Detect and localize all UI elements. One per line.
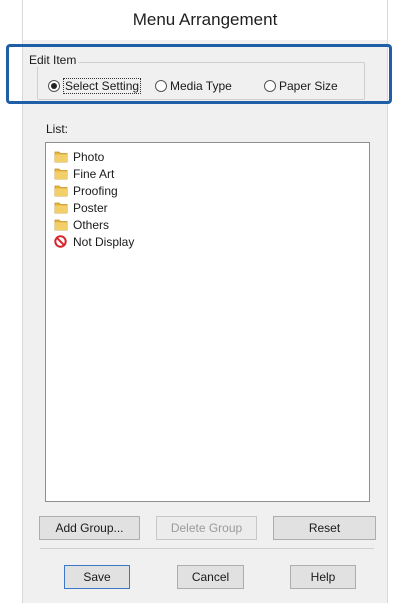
save-button[interactable]: Save	[64, 565, 130, 589]
folder-icon	[54, 151, 68, 163]
add-group-button[interactable]: Add Group...	[39, 516, 140, 540]
list-item-label: Others	[73, 217, 110, 232]
radio-paper-size-label: Paper Size	[279, 79, 338, 93]
list-item[interactable]: Photo	[54, 148, 104, 165]
radio-unchecked-icon	[155, 80, 167, 92]
help-button[interactable]: Help	[290, 565, 356, 589]
radio-media-type-label: Media Type	[170, 79, 232, 93]
folder-icon	[54, 185, 68, 197]
radio-checked-icon	[48, 80, 60, 92]
list-item-label: Poster	[73, 200, 108, 215]
radio-paper-size[interactable]: Paper Size	[264, 77, 338, 95]
no-entry-icon	[54, 235, 67, 248]
list-item-label: Photo	[73, 149, 105, 164]
separator	[40, 548, 374, 549]
dialog-title: Menu Arrangement	[23, 0, 387, 40]
folder-icon	[54, 202, 68, 214]
list-label: List:	[46, 122, 69, 136]
folder-icon	[54, 168, 68, 180]
list-item[interactable]: Others	[54, 216, 109, 233]
cancel-button[interactable]: Cancel	[177, 565, 244, 589]
reset-button[interactable]: Reset	[273, 516, 376, 540]
radio-media-type[interactable]: Media Type	[155, 77, 232, 95]
list-item-label: Proofing	[73, 183, 118, 198]
radio-select-setting-label: Select Setting	[63, 78, 142, 94]
folder-icon	[54, 219, 68, 231]
list-item[interactable]: Proofing	[54, 182, 118, 199]
list-item[interactable]: Poster	[54, 199, 108, 216]
list-item-label: Fine Art	[73, 166, 115, 181]
list-item[interactable]: Not Display	[54, 233, 134, 250]
menu-listbox[interactable]: Photo Fine Art Proofing Poster Others No…	[45, 142, 370, 502]
radio-select-setting[interactable]: Select Setting	[48, 77, 142, 95]
list-item[interactable]: Fine Art	[54, 165, 114, 182]
list-item-label: Not Display	[73, 234, 135, 249]
radio-unchecked-icon	[264, 80, 276, 92]
delete-group-button[interactable]: Delete Group	[156, 516, 257, 540]
edit-item-group-label: Edit Item	[27, 53, 79, 67]
